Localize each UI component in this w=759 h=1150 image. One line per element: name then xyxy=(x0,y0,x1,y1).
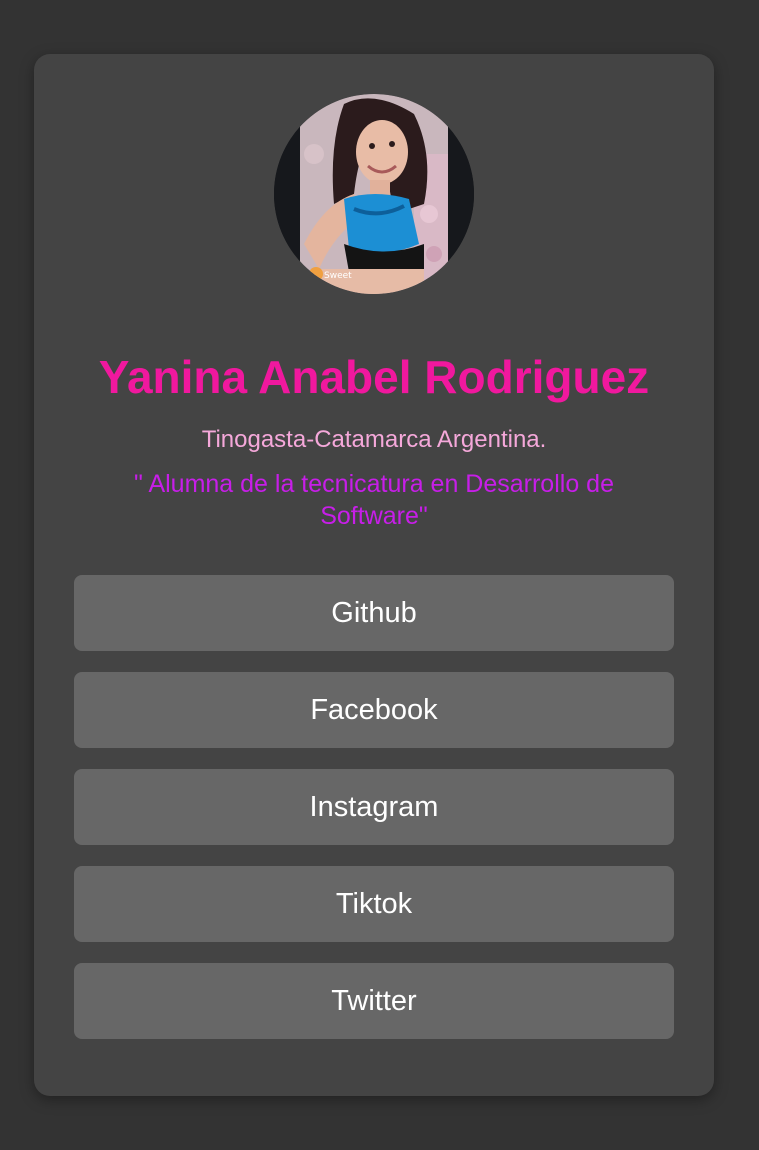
profile-card: Sweet Yanina Anabel Rodriguez Tinogasta-… xyxy=(34,54,714,1096)
facebook-link-button[interactable]: Facebook xyxy=(74,672,674,748)
tiktok-link-button[interactable]: Tiktok xyxy=(74,866,674,942)
github-link-button[interactable]: Github xyxy=(74,575,674,651)
photo-caption: Sweet xyxy=(324,271,352,281)
links-list: Github Facebook Instagram Tiktok Twitter xyxy=(74,575,674,1060)
profile-location: Tinogasta-Catamarca Argentina. xyxy=(201,426,547,453)
profile-name: Yanina Anabel Rodriguez xyxy=(98,351,650,403)
profile-bio: " Alumna de la tecnicatura en Desarrollo… xyxy=(134,470,614,530)
instagram-link-button[interactable]: Instagram xyxy=(74,769,674,845)
twitter-link-button[interactable]: Twitter xyxy=(74,963,674,1039)
profile-photo: Sweet xyxy=(274,94,474,294)
avatar: Sweet xyxy=(274,94,474,294)
